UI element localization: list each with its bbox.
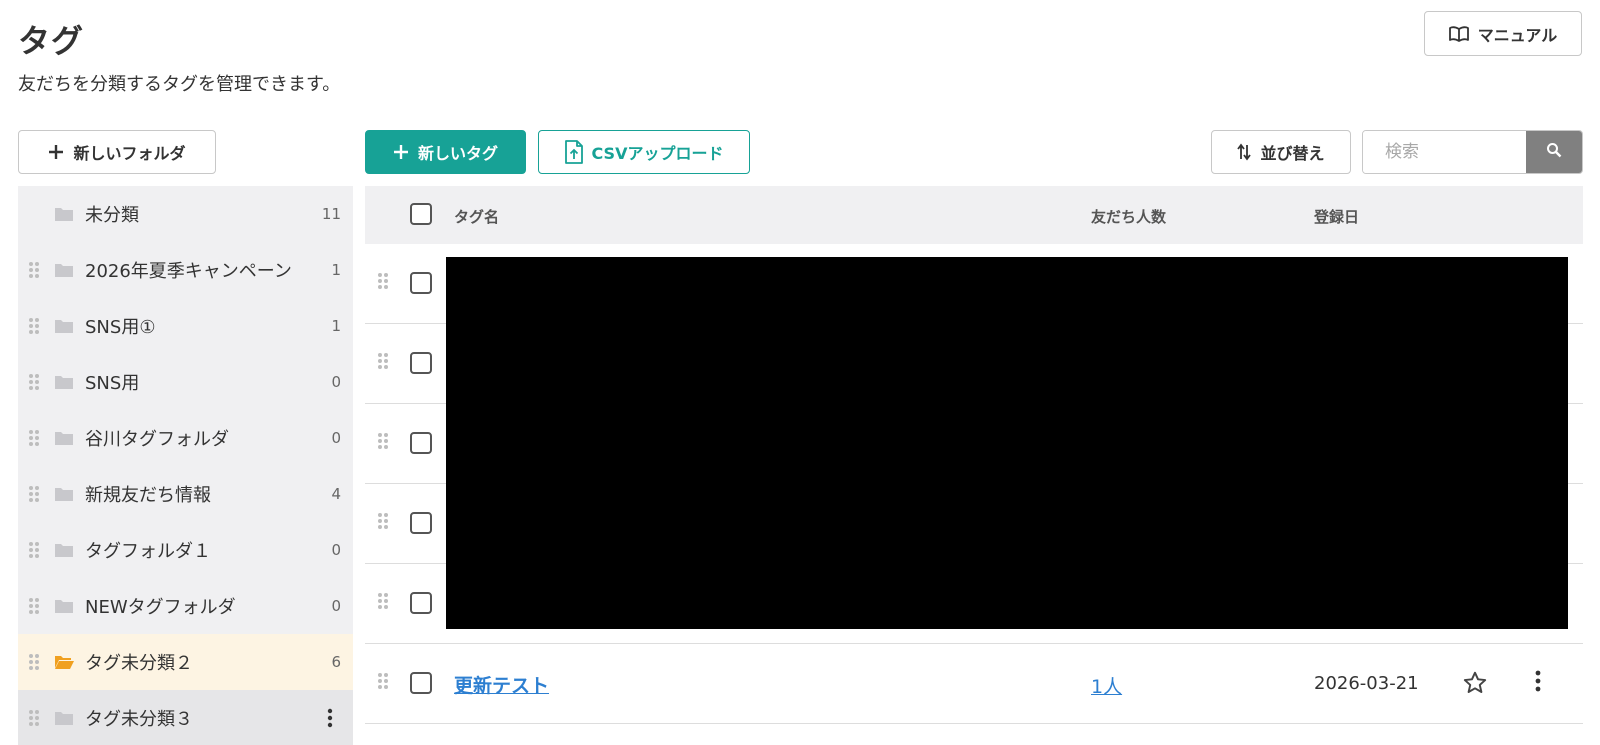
folder-item[interactable]: タグフォルダ１ 0 <box>18 522 353 578</box>
drag-handle-icon[interactable] <box>28 373 40 395</box>
drag-handle-icon[interactable] <box>28 709 40 731</box>
folder-item[interactable]: 2026年夏季キャンペーン 1 <box>18 242 353 298</box>
folder-item[interactable]: 未分類 11 <box>18 186 353 242</box>
drag-handle-icon[interactable] <box>377 512 389 534</box>
folder-name: 谷川タグフォルダ <box>85 429 229 450</box>
folder-count: 0 <box>331 541 341 559</box>
column-header-friends: 友だち人数 <box>1091 208 1167 226</box>
page-title: タグ <box>18 22 85 60</box>
row-checkbox[interactable] <box>410 672 432 694</box>
drag-handle-icon[interactable] <box>28 429 40 451</box>
search-icon <box>1546 142 1562 162</box>
folder-count: 1 <box>331 261 341 279</box>
folder-item[interactable]: 新規友だち情報 4 <box>18 466 353 522</box>
row-checkbox[interactable] <box>410 272 432 294</box>
folder-icon <box>54 374 74 394</box>
folder-icon <box>54 430 74 450</box>
column-header-date: 登録日 <box>1314 208 1360 226</box>
folder-name: NEWタグフォルダ <box>85 597 236 618</box>
folder-icon <box>54 542 74 562</box>
csv-upload-button[interactable]: CSVアップロード <box>538 130 750 174</box>
search-input[interactable] <box>1363 131 1526 173</box>
row-checkbox[interactable] <box>410 432 432 454</box>
drag-handle-icon[interactable] <box>28 653 40 675</box>
folder-name: 新規友だち情報 <box>85 485 211 506</box>
folder-name: 未分類 <box>85 205 139 226</box>
friends-count-link[interactable]: 1人 <box>1091 672 1122 699</box>
drag-handle-icon[interactable] <box>28 597 40 619</box>
folder-count: 1 <box>331 317 341 335</box>
folder-item[interactable]: タグ未分類３ <box>18 690 353 745</box>
new-tag-label: 新しいタグ <box>417 144 498 163</box>
row-checkbox[interactable] <box>410 352 432 374</box>
table-row[interactable]: 更新テスト 1人 2026-03-21 <box>365 644 1583 724</box>
plus-icon <box>48 144 64 160</box>
folder-icon <box>54 262 74 282</box>
sort-icon <box>1237 143 1252 161</box>
folder-count: 11 <box>321 205 341 223</box>
table-header: タグ名 友だち人数 登録日 <box>365 186 1583 244</box>
more-options-icon[interactable] <box>327 708 333 732</box>
more-options-icon[interactable] <box>1535 670 1541 696</box>
folder-count: 4 <box>331 485 341 503</box>
registered-date: 2026-03-21 <box>1314 673 1419 694</box>
folder-item[interactable]: 谷川タグフォルダ 0 <box>18 410 353 466</box>
new-folder-label: 新しいフォルダ <box>73 144 186 163</box>
folder-name: SNS用 <box>85 373 140 394</box>
new-tag-button[interactable]: 新しいタグ <box>365 130 526 174</box>
folder-icon <box>54 710 74 730</box>
manual-button[interactable]: マニュアル <box>1424 11 1582 56</box>
drag-handle-icon[interactable] <box>28 261 40 283</box>
drag-handle-icon[interactable] <box>377 672 389 694</box>
folder-name: タグフォルダ１ <box>85 541 211 562</box>
drag-handle-icon[interactable] <box>28 317 40 339</box>
folder-name: SNS用① <box>85 317 156 338</box>
folder-item-selected[interactable]: タグ未分類２ 6 <box>18 634 353 690</box>
folder-icon <box>54 598 74 618</box>
page-description: 友だちを分類するタグを管理できます。 <box>18 74 341 95</box>
file-upload-icon <box>564 140 583 164</box>
search-button[interactable] <box>1526 131 1582 173</box>
row-checkbox[interactable] <box>410 512 432 534</box>
plus-icon <box>393 144 409 160</box>
folder-icon <box>54 206 74 226</box>
star-icon[interactable] <box>1462 670 1488 700</box>
folder-name: タグ未分類２ <box>85 653 193 674</box>
folder-item[interactable]: SNS用 0 <box>18 354 353 410</box>
tag-name-link[interactable]: 更新テスト <box>454 671 549 698</box>
drag-handle-icon[interactable] <box>377 272 389 294</box>
manual-button-label: マニュアル <box>1477 25 1558 45</box>
folder-count: 0 <box>331 597 341 615</box>
folder-item[interactable]: NEWタグフォルダ 0 <box>18 578 353 634</box>
drag-handle-icon[interactable] <box>377 432 389 454</box>
folder-name: タグ未分類３ <box>85 709 193 730</box>
drag-handle-icon[interactable] <box>28 485 40 507</box>
sort-button[interactable]: 並び替え <box>1211 130 1351 174</box>
folder-sidebar: 未分類 11 2026年夏季キャンペーン 1 SNS用① 1 SNS用 0 谷川… <box>18 186 353 745</box>
search-box <box>1362 130 1583 174</box>
new-folder-button[interactable]: 新しいフォルダ <box>18 130 216 174</box>
sort-label: 並び替え <box>1260 144 1325 163</box>
row-checkbox[interactable] <box>410 592 432 614</box>
select-all-checkbox[interactable] <box>410 203 432 225</box>
drag-handle-icon[interactable] <box>28 541 40 563</box>
drag-handle-icon[interactable] <box>377 592 389 614</box>
folder-icon <box>54 318 74 338</box>
redacted-area <box>446 257 1568 629</box>
book-icon <box>1448 25 1469 42</box>
folder-icon <box>54 486 74 506</box>
csv-upload-label: CSVアップロード <box>591 144 724 163</box>
folder-name: 2026年夏季キャンペーン <box>85 261 292 282</box>
folder-count: 0 <box>331 429 341 447</box>
column-header-tag-name: タグ名 <box>454 208 500 226</box>
folder-open-icon <box>54 654 74 674</box>
drag-handle-icon[interactable] <box>377 352 389 374</box>
folder-item[interactable]: SNS用① 1 <box>18 298 353 354</box>
folder-count: 6 <box>331 653 341 671</box>
folder-count: 0 <box>331 373 341 391</box>
